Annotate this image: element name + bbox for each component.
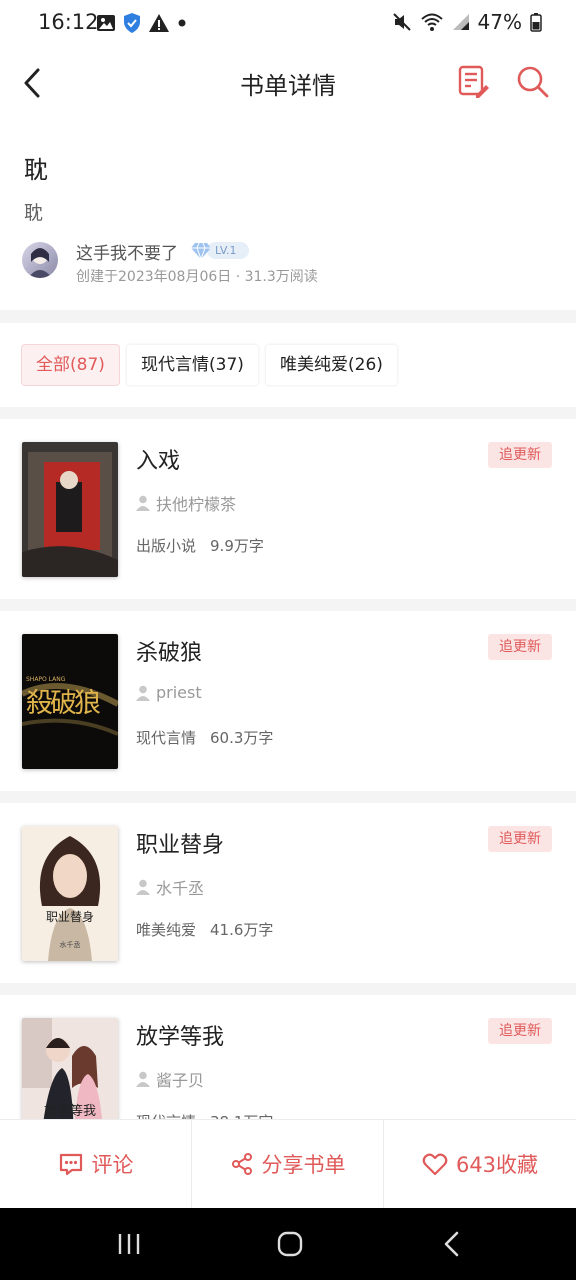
cover-author: 水千丞 xyxy=(59,941,81,949)
book-author-name: 扶他柠檬茶 xyxy=(156,495,237,514)
person-icon xyxy=(136,879,150,895)
status-notification-icons xyxy=(96,12,188,34)
diamond-icon xyxy=(191,242,211,260)
share-label: 分享书单 xyxy=(261,1153,346,1177)
book-title[interactable]: 放学等我 xyxy=(136,1019,224,1051)
mute-icon xyxy=(392,13,411,31)
home-icon[interactable] xyxy=(276,1230,304,1258)
favorite-count-label: 643收藏 xyxy=(455,1153,539,1177)
book-category: 唯美纯爱 xyxy=(136,921,197,939)
follow-update-badge[interactable]: 追更新 xyxy=(488,826,552,852)
book-info: 唯美纯爱 41.6万字 xyxy=(136,919,273,940)
recent-apps-icon[interactable] xyxy=(116,1232,142,1256)
edit-note-icon[interactable] xyxy=(456,64,490,98)
book-cover[interactable]: 职业替身 水千丞 xyxy=(22,826,118,961)
book-info: 出版小说 9.9万字 xyxy=(136,535,264,556)
book-item[interactable]: 入戏 扶他柠檬茶 出版小说 9.9万字 追更新 xyxy=(0,419,576,599)
person-icon xyxy=(136,1071,150,1087)
book-author: priest xyxy=(136,683,202,702)
book-item[interactable]: 殺破狼 SHAPO LANG 杀破狼 priest 现代言情 60.3万字 追更新 xyxy=(0,611,576,791)
book-author-name: 酱子贝 xyxy=(156,1071,205,1090)
search-icon[interactable] xyxy=(514,63,550,99)
filter-chip-pure-love[interactable]: 唯美纯爱(26) xyxy=(266,345,397,385)
book-title[interactable]: 入戏 xyxy=(136,443,180,475)
avatar[interactable] xyxy=(22,242,58,278)
follow-update-badge[interactable]: 追更新 xyxy=(488,1018,552,1044)
book-author-name: priest xyxy=(156,683,202,702)
avatar-image xyxy=(28,248,52,278)
cover-title: 职业替身 xyxy=(45,910,94,924)
warning-icon xyxy=(149,14,169,32)
book-word-count: 41.6万字 xyxy=(210,921,274,939)
share-booklist-button[interactable]: 分享书单 xyxy=(192,1120,384,1208)
status-bar: 16:12 47% xyxy=(0,0,576,46)
filter-chip-all[interactable]: 全部(87) xyxy=(22,345,119,385)
system-nav-bar xyxy=(0,1208,576,1280)
book-author: 扶他柠檬茶 xyxy=(136,491,236,515)
cover-title: 放学等我 xyxy=(43,1104,96,1119)
book-author: 酱子贝 xyxy=(136,1067,204,1091)
bottom-action-bar: 评论 分享书单 643收藏 xyxy=(0,1119,576,1208)
system-back-icon[interactable] xyxy=(440,1230,464,1258)
book-category: 出版小说 xyxy=(136,537,197,555)
book-item[interactable]: 职业替身 水千丞 职业替身 水千丞 唯美纯爱 41.6万字 追更新 xyxy=(0,803,576,983)
book-title[interactable]: 职业替身 xyxy=(136,827,224,859)
creator-name[interactable]: 这手我不要了 xyxy=(76,239,178,264)
status-time: 16:12 xyxy=(38,10,99,34)
book-word-count: 9.9万字 xyxy=(210,537,264,555)
booklist-name: 耽 xyxy=(24,156,48,184)
cover-title: 殺破狼 xyxy=(26,688,101,719)
favorite-button[interactable]: 643收藏 xyxy=(384,1120,576,1208)
category-filter-bar: 全部(87) 现代言情(37) 唯美纯爱(26) xyxy=(0,323,576,407)
battery-percent: 47% xyxy=(477,10,522,34)
level-badge: LV.1 xyxy=(207,242,249,259)
cover-subtitle: SHAPO LANG xyxy=(26,676,66,683)
wifi-icon xyxy=(420,13,443,31)
filter-chip-modern-romance[interactable]: 现代言情(37) xyxy=(127,345,258,385)
follow-update-badge[interactable]: 追更新 xyxy=(488,634,552,660)
comment-button[interactable]: 评论 xyxy=(0,1120,192,1208)
status-right: 47% xyxy=(392,10,542,34)
book-author: 水千丞 xyxy=(136,875,204,899)
book-info: 现代言情 60.3万字 xyxy=(136,727,273,748)
booklist-meta: 创建于2023年08月06日 · 31.3万阅读 xyxy=(76,269,318,285)
follow-update-badge[interactable]: 追更新 xyxy=(488,442,552,468)
book-category: 现代言情 xyxy=(136,729,197,747)
comment-icon xyxy=(59,1153,82,1176)
top-nav: 书单详情 xyxy=(0,46,576,118)
book-cover[interactable] xyxy=(22,442,118,577)
gallery-icon xyxy=(97,15,115,31)
dot-icon xyxy=(178,19,186,27)
signal-icon xyxy=(452,14,469,30)
booklist-description: 耽 xyxy=(24,202,44,224)
share-icon xyxy=(231,1153,252,1175)
comment-label: 评论 xyxy=(91,1153,134,1177)
book-title[interactable]: 杀破狼 xyxy=(136,635,202,667)
shield-check-icon xyxy=(124,13,140,33)
booklist-header: 耽 耽 这手我不要了 LV.1 创建于2023年08月06日 · 31.3万阅读 xyxy=(0,118,576,310)
book-word-count: 60.3万字 xyxy=(210,729,274,747)
person-icon xyxy=(136,685,150,701)
battery-icon xyxy=(530,13,542,32)
book-cover[interactable]: 殺破狼 SHAPO LANG xyxy=(22,634,118,769)
person-icon xyxy=(136,495,150,511)
book-author-name: 水千丞 xyxy=(156,879,205,898)
heart-icon xyxy=(422,1153,448,1176)
